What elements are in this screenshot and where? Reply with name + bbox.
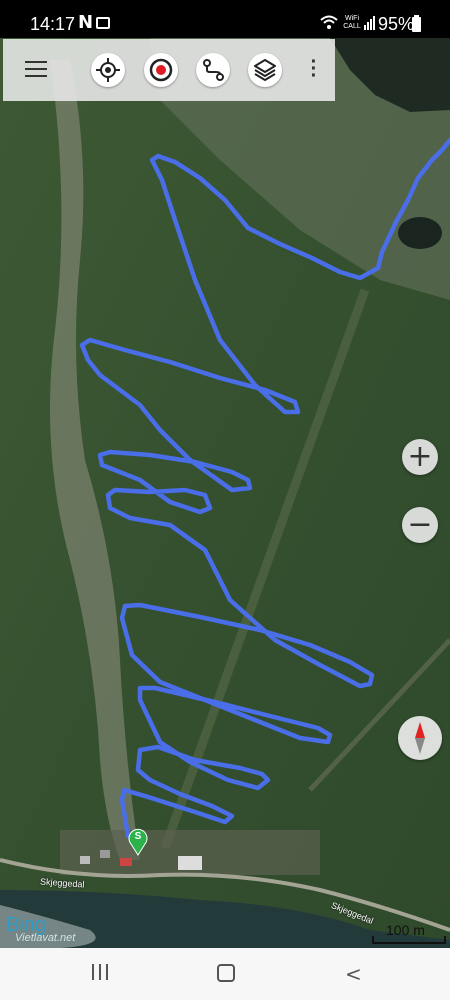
signal-icon bbox=[364, 16, 376, 35]
start-marker[interactable]: S bbox=[128, 828, 148, 856]
battery-percent: 95% bbox=[378, 14, 415, 34]
start-marker-label: S bbox=[134, 831, 142, 842]
record-icon bbox=[149, 58, 173, 82]
gallery-notification-icon bbox=[96, 17, 110, 29]
layers-icon bbox=[254, 59, 276, 81]
map-credit: Vietlavat.net bbox=[15, 932, 76, 944]
map-view[interactable]: S Skjeggedal Skjeggedal bbox=[0, 38, 450, 948]
satellite-imagery bbox=[0, 38, 450, 948]
wifi-icon bbox=[320, 14, 338, 35]
wifi-call-label: WiFi CALL bbox=[343, 15, 361, 30]
route-icon bbox=[203, 59, 224, 81]
locate-button[interactable] bbox=[91, 53, 125, 87]
zoom-in-button[interactable]: + bbox=[402, 439, 438, 475]
more-vertical-icon[interactable]: · · · bbox=[309, 52, 319, 86]
map-toolbar: · · · bbox=[3, 39, 335, 101]
layers-button[interactable] bbox=[248, 53, 282, 87]
home-icon[interactable] bbox=[217, 964, 235, 982]
crosshair-icon bbox=[96, 58, 120, 82]
route-button[interactable] bbox=[196, 53, 230, 87]
compass-icon bbox=[415, 722, 425, 754]
recent-apps-icon[interactable] bbox=[92, 964, 108, 980]
back-icon[interactable]: < bbox=[345, 962, 362, 986]
battery-icon bbox=[412, 15, 421, 32]
record-button[interactable] bbox=[144, 53, 178, 87]
scale-bar bbox=[372, 936, 446, 944]
zoom-out-button[interactable]: − bbox=[402, 507, 438, 543]
menu-icon[interactable] bbox=[25, 61, 47, 77]
status-time: 14:17 bbox=[30, 14, 76, 34]
notification-n-icon: N bbox=[78, 12, 94, 33]
compass-button[interactable] bbox=[398, 716, 442, 760]
